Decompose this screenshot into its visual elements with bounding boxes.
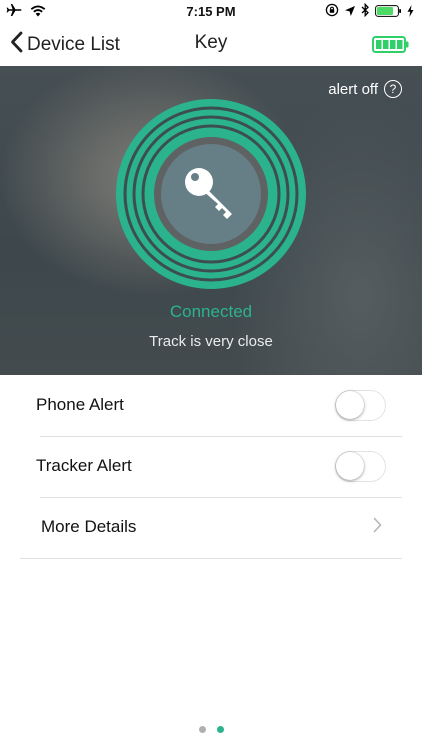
more-details-row[interactable]: More Details xyxy=(0,497,422,558)
more-details-label: More Details xyxy=(41,517,137,536)
tracker-status-panel: alert off ? Connected Track is very clos… xyxy=(0,66,422,375)
divider xyxy=(20,558,402,559)
connection-status: Connected xyxy=(169,302,253,321)
switch-knob xyxy=(336,391,364,419)
back-button[interactable]: Device List xyxy=(10,31,120,58)
phone-alert-switch[interactable] xyxy=(335,390,386,421)
status-bar: 7:15 PM xyxy=(0,0,422,22)
tracker-alert-row: Tracker Alert xyxy=(0,436,422,497)
navigation-bar: Device List Key xyxy=(0,22,422,66)
alert-toggle-button[interactable]: alert off ? xyxy=(328,80,402,98)
proximity-status: Track is very close xyxy=(149,333,273,350)
page-dot-2[interactable] xyxy=(216,726,224,733)
chevron-left-icon xyxy=(10,31,23,58)
tracker-alert-switch[interactable] xyxy=(335,451,386,482)
battery-full-icon xyxy=(372,36,410,58)
battery-icon xyxy=(375,4,402,22)
page-indicator xyxy=(0,726,422,733)
alert-status-label: alert off xyxy=(328,80,378,98)
help-icon[interactable]: ? xyxy=(384,80,402,98)
location-icon xyxy=(344,4,356,22)
status-right xyxy=(325,2,414,22)
phone-alert-label: Phone Alert xyxy=(36,395,124,414)
back-button-label: Device List xyxy=(27,33,120,55)
chevron-right-icon xyxy=(373,517,382,538)
phone-alert-row: Phone Alert xyxy=(0,375,422,436)
proximity-rings xyxy=(116,99,306,289)
key-icon xyxy=(182,165,240,223)
orientation-lock-icon xyxy=(325,3,339,22)
bluetooth-icon xyxy=(361,2,370,22)
charging-icon xyxy=(407,4,414,22)
switch-knob xyxy=(336,452,364,480)
page-dot-1[interactable] xyxy=(198,726,206,733)
tracker-alert-label: Tracker Alert xyxy=(36,456,132,475)
